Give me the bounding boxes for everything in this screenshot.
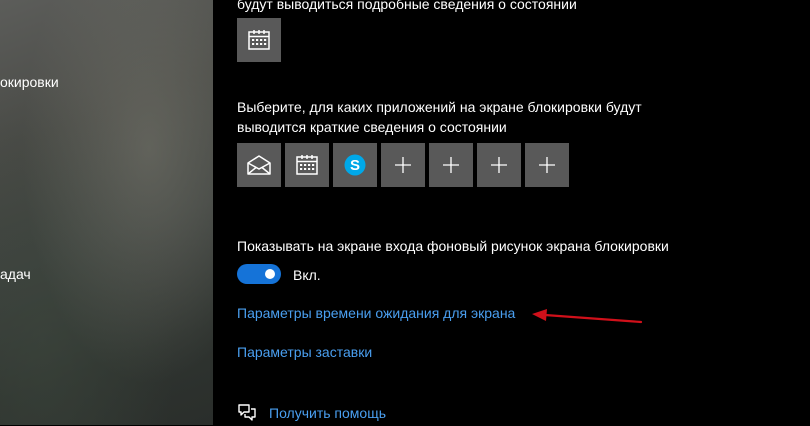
screen-timeout-settings-link[interactable]: Параметры времени ожидания для экрана [237, 305, 515, 321]
toggle-knob [265, 269, 275, 279]
calendar-icon [295, 153, 319, 177]
plus-icon [538, 156, 556, 174]
toggle-state-label: Вкл. [293, 267, 321, 283]
sidebar-item-label: окировки [0, 74, 59, 90]
skype-letter: S [350, 157, 360, 174]
sidebar-item-taskbar[interactable]: адач [0, 266, 31, 282]
mail-icon [246, 154, 272, 176]
plus-icon [394, 156, 412, 174]
detailed-status-description: будут выводиться подробные сведения о со… [237, 0, 577, 12]
quick-status-app-tile-calendar[interactable] [285, 143, 329, 187]
quick-status-app-tile-mail[interactable] [237, 143, 281, 187]
signin-background-toggle[interactable] [237, 264, 281, 284]
plus-icon [442, 156, 460, 174]
signin-background-description: Показывать на экране входа фоновый рисун… [237, 238, 669, 254]
quick-status-add-app-tile[interactable] [381, 143, 425, 187]
calendar-icon [247, 28, 271, 52]
screensaver-settings-link[interactable]: Параметры заставки [237, 344, 372, 360]
sidebar-item-label: адач [0, 266, 31, 282]
quick-status-add-app-tile[interactable] [477, 143, 521, 187]
quick-status-add-app-tile[interactable] [525, 143, 569, 187]
plus-icon [490, 156, 508, 174]
detailed-status-app-tile[interactable] [237, 18, 281, 62]
quick-status-add-app-tile[interactable] [429, 143, 473, 187]
get-help-link[interactable]: Получить помощь [269, 405, 386, 421]
sidebar-item-lock-screen[interactable]: окировки [0, 74, 59, 90]
quick-status-app-tile-skype[interactable]: S [333, 143, 377, 187]
sidebar: окировки адач [0, 0, 213, 425]
quick-status-description-line2: выводится краткие сведения о состоянии [237, 119, 507, 135]
main-content: будут выводиться подробные сведения о со… [213, 0, 810, 425]
help-icon [237, 403, 257, 426]
skype-icon: S [343, 153, 367, 177]
quick-status-description-line1: Выберите, для каких приложений на экране… [237, 99, 642, 115]
